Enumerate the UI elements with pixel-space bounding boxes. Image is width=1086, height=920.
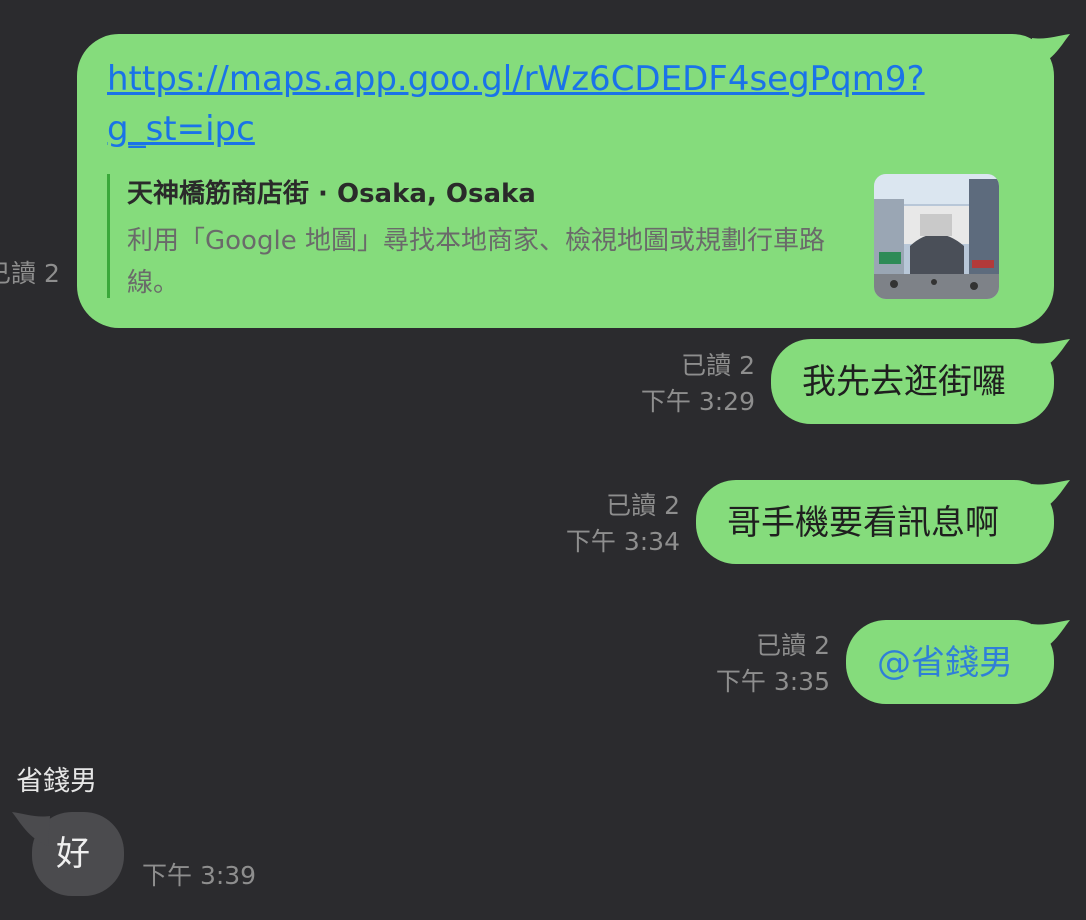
preview-title: 天神橋筋商店街 · Osaka, Osaka xyxy=(127,179,536,209)
message-meta: 已讀 2 下午 3:29 xyxy=(641,348,755,420)
timestamp: 下午 3:34 xyxy=(565,527,680,556)
preview-thumbnail-image xyxy=(874,174,999,299)
message-bubble[interactable]: 我先去逛街囉 xyxy=(771,339,1070,424)
read-status: 已讀 2 xyxy=(756,631,830,660)
mention-link[interactable]: @省錢男 xyxy=(877,643,1013,683)
timestamp: 下午 3:35 xyxy=(715,667,830,696)
message-text: 好 xyxy=(56,834,90,874)
timestamp: 下午 3:29 xyxy=(640,387,755,416)
link-preview-card[interactable]: 天神橋筋商店街 · Osaka, Osaka 利用「Google 地圖」尋找本地… xyxy=(107,174,1030,299)
link-message-bubble[interactable]: https://maps.app.goo.gl/rWz6CDEDF4segPqm… xyxy=(77,34,1070,328)
sender-name: 省錢男 xyxy=(16,766,97,797)
bubble-tail xyxy=(1032,339,1070,373)
chat-window: 已讀 2 https://maps.app.goo.gl/rWz6CDEDF4s… xyxy=(0,0,1086,920)
timestamp: 下午 3:39 xyxy=(142,861,257,890)
read-status: 已讀 2 xyxy=(606,491,680,520)
bubble-tail xyxy=(1032,480,1070,514)
message-bubble[interactable]: 哥手機要看訊息啊 xyxy=(696,480,1070,564)
read-status: 已讀 2 xyxy=(0,259,60,288)
message-meta: 已讀 2 下午 3:34 xyxy=(566,488,680,560)
message-meta: 已讀 2 下午 3:35 xyxy=(716,628,830,700)
map-link[interactable]: https://maps.app.goo.gl/rWz6CDEDF4segPqm… xyxy=(107,54,927,154)
bubble-tail xyxy=(1032,34,1070,68)
message-bubble[interactable]: @省錢男 xyxy=(846,620,1070,704)
message-text: 哥手機要看訊息啊 xyxy=(727,503,999,543)
read-status: 已讀 2 xyxy=(681,351,755,380)
bubble-tail xyxy=(1032,620,1070,654)
incoming-message-bubble[interactable]: 好 xyxy=(12,812,124,896)
message-text: 我先去逛街囉 xyxy=(802,362,1006,402)
preview-description: 利用「Google 地圖」尋找本地商家、檢視地圖或規劃行車路線。 xyxy=(127,226,825,298)
bubble-tail xyxy=(12,812,50,846)
